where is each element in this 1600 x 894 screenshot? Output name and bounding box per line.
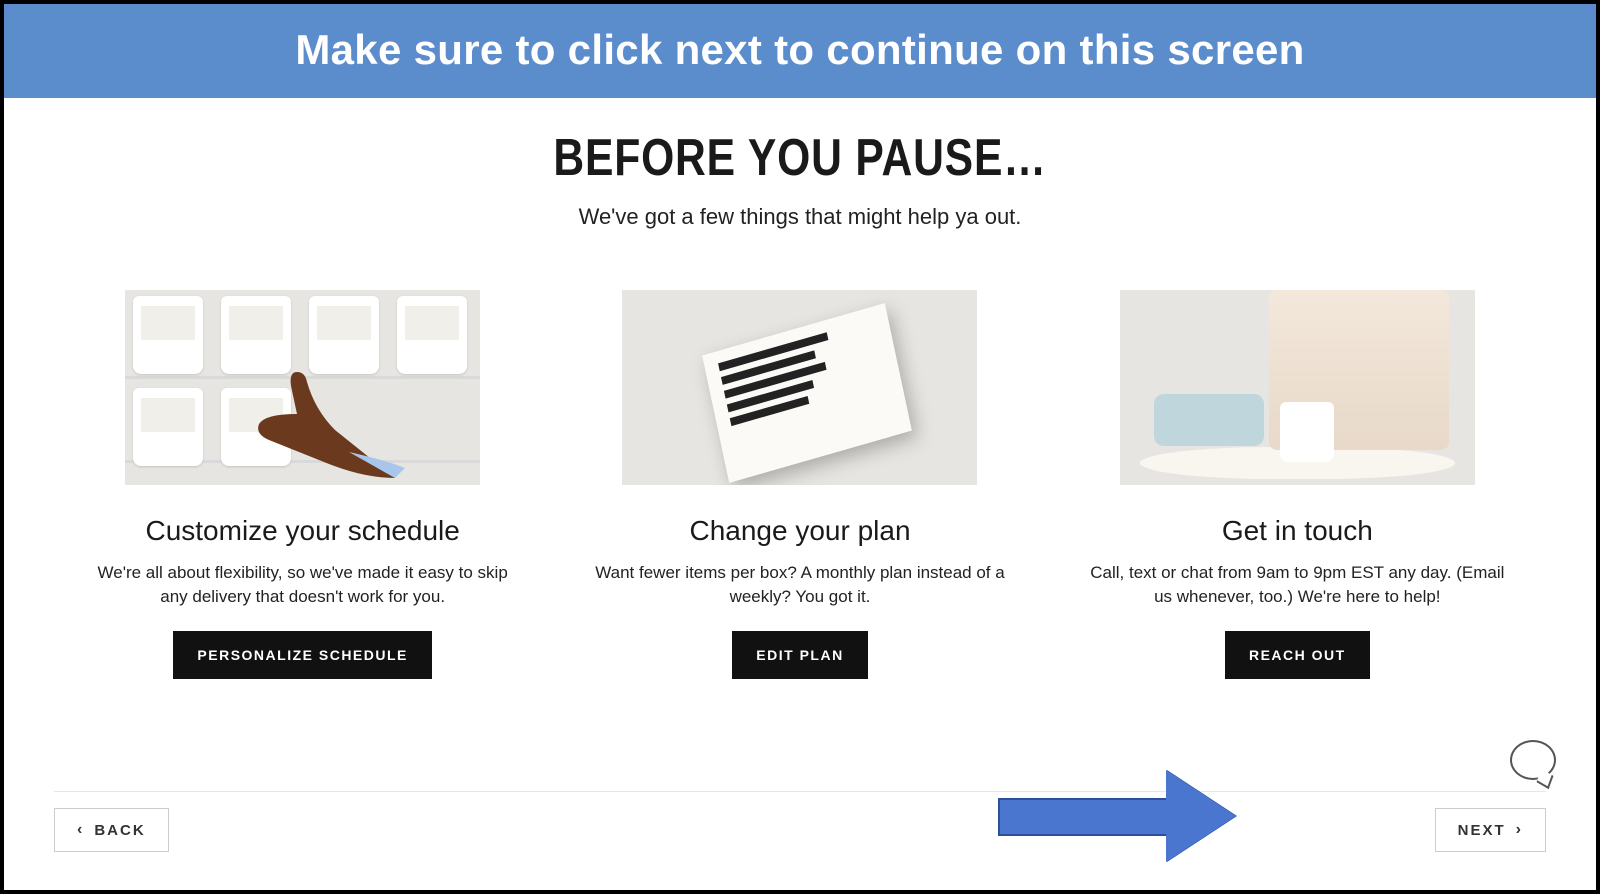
card-title: Customize your schedule	[145, 515, 459, 547]
card-title: Change your plan	[689, 515, 910, 547]
chevron-right-icon: ›	[1516, 821, 1523, 839]
card-title: Get in touch	[1222, 515, 1373, 547]
edit-plan-button[interactable]: EDIT PLAN	[732, 631, 867, 679]
reach-out-button[interactable]: REACH OUT	[1225, 631, 1370, 679]
card-desc: We're all about flexibility, so we've ma…	[93, 561, 513, 609]
footer-nav: ‹ BACK NEXT ›	[54, 791, 1546, 852]
card-image-contact	[1120, 290, 1475, 485]
chat-icon[interactable]	[1510, 740, 1556, 780]
back-label: BACK	[94, 822, 145, 839]
instruction-banner: Make sure to click next to continue on t…	[4, 4, 1596, 98]
card-desc: Call, text or chat from 9am to 9pm EST a…	[1087, 561, 1507, 609]
hand-icon	[245, 360, 405, 480]
personalize-schedule-button[interactable]: PERSONALIZE SCHEDULE	[173, 631, 431, 679]
next-label: NEXT	[1458, 822, 1506, 839]
chevron-left-icon: ‹	[77, 821, 84, 839]
card-image-freezer	[125, 290, 480, 485]
back-button[interactable]: ‹ BACK	[54, 808, 169, 852]
card-image-box	[622, 290, 977, 485]
page-subtitle: We've got a few things that might help y…	[4, 204, 1596, 230]
options-row: Customize your schedule We're all about …	[4, 230, 1596, 699]
card-customize-schedule: Customize your schedule We're all about …	[74, 290, 531, 679]
page-title: BEFORE YOU PAUSE…	[147, 128, 1452, 188]
card-get-in-touch: Get in touch Call, text or chat from 9am…	[1069, 290, 1526, 679]
next-button[interactable]: NEXT ›	[1435, 808, 1546, 852]
card-change-plan: Change your plan Want fewer items per bo…	[571, 290, 1028, 679]
card-desc: Want fewer items per box? A monthly plan…	[590, 561, 1010, 609]
